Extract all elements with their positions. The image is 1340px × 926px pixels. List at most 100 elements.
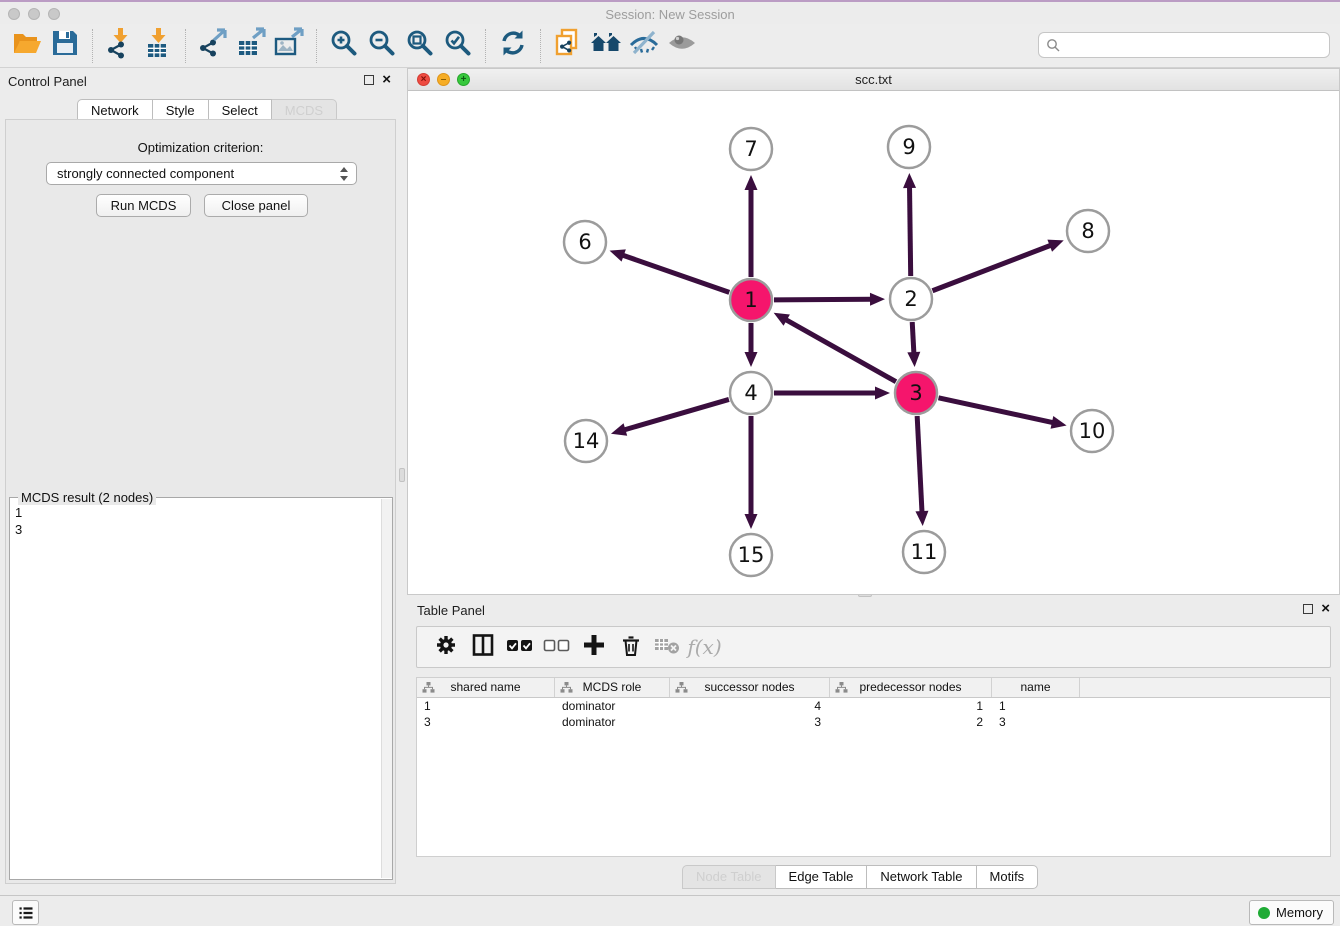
column-header-name[interactable]: name [992, 678, 1080, 697]
refresh-view-icon [497, 27, 529, 64]
close-panel-button[interactable]: Close panel [204, 194, 308, 217]
zoom-selected-button[interactable] [439, 27, 477, 65]
table-row[interactable]: 3dominator323 [417, 714, 1330, 730]
table-cell[interactable]: 3 [417, 714, 555, 730]
column-layout-button[interactable] [464, 629, 501, 665]
network-canvas[interactable]: 7 9 6 8 1 2 4 3 14 10 15 11 [408, 91, 1339, 594]
table-settings-icon [433, 632, 459, 663]
import-table-icon [142, 27, 174, 64]
zoom-out-icon [366, 27, 398, 64]
table-tabs: Node TableEdge TableNetwork TableMotifs [682, 865, 1038, 889]
column-label: name [1020, 680, 1050, 694]
svg-text:11: 11 [911, 540, 938, 564]
hide-visibility-button[interactable] [625, 27, 663, 65]
graph-node-2[interactable]: 2 [890, 278, 932, 320]
column-label: MCDS role [583, 680, 642, 694]
deselect-all-checkboxes-button[interactable] [538, 629, 575, 665]
export-image-button[interactable] [270, 27, 308, 65]
table-cell[interactable]: 2 [830, 714, 992, 730]
tab-node-table[interactable]: Node Table [682, 865, 776, 889]
graph-node-8[interactable]: 8 [1067, 210, 1109, 252]
graph-node-11[interactable]: 11 [903, 531, 945, 573]
save-session-button[interactable] [46, 27, 84, 65]
network-window-titlebar[interactable]: × – + scc.txt [408, 69, 1339, 91]
svg-text:7: 7 [744, 137, 757, 161]
graph-node-1[interactable]: 1 [730, 279, 772, 321]
zoom-out-button[interactable] [363, 27, 401, 65]
select-stepper-icon [339, 166, 350, 182]
tab-motifs[interactable]: Motifs [977, 865, 1039, 889]
zoom-in-button[interactable] [325, 27, 363, 65]
function-builder-button[interactable]: f(x) [686, 629, 723, 665]
memory-status-icon [1258, 907, 1270, 919]
mcds-result-group: MCDS result (2 nodes) 13 [9, 497, 393, 880]
delete-table-button[interactable] [649, 629, 686, 665]
node-table[interactable]: shared name MCDS role successor nodesprede… [416, 677, 1331, 857]
mcds-result-line: 1 [15, 504, 375, 521]
column-header-MCDS-role[interactable]: MCDS role [555, 678, 670, 697]
open-file-button[interactable] [8, 27, 46, 65]
table-cell[interactable]: 3 [992, 714, 1080, 730]
open-file-icon [11, 27, 43, 64]
table-cell[interactable]: dominator [555, 714, 670, 730]
graph-node-3[interactable]: 3 [895, 372, 937, 414]
column-header-shared-name[interactable]: shared name [417, 678, 555, 697]
table-cell[interactable]: dominator [555, 698, 670, 714]
zoom-fit-button[interactable] [401, 27, 439, 65]
tab-network-table[interactable]: Network Table [867, 865, 976, 889]
tab-edge-table[interactable]: Edge Table [776, 865, 868, 889]
import-network-button[interactable] [101, 27, 139, 65]
run-mcds-button[interactable]: Run MCDS [96, 194, 191, 217]
show-visibility-icon [665, 27, 699, 64]
home-view-icon [589, 27, 623, 64]
criterion-select[interactable]: strongly connected component [46, 162, 357, 185]
search-input[interactable] [1038, 32, 1330, 58]
export-table-button[interactable] [232, 27, 270, 65]
refresh-view-button[interactable] [494, 27, 532, 65]
table-cell[interactable]: 1 [417, 698, 555, 714]
duplicate-network-button[interactable] [549, 27, 587, 65]
memory-button[interactable]: Memory [1249, 900, 1334, 925]
delete-column-button[interactable] [612, 629, 649, 665]
memory-label: Memory [1276, 905, 1323, 920]
svg-text:4: 4 [744, 381, 757, 405]
svg-text:14: 14 [573, 429, 600, 453]
export-network-button[interactable] [194, 27, 232, 65]
table-cell[interactable]: 1 [830, 698, 992, 714]
mcds-panel: Optimization criterion: strongly connect… [5, 119, 396, 884]
table-float-panel-icon[interactable] [1303, 604, 1313, 614]
table-close-panel-icon[interactable]: × [1321, 604, 1330, 614]
svg-text:3: 3 [909, 381, 922, 405]
close-panel-icon[interactable]: × [382, 75, 391, 85]
graph-node-10[interactable]: 10 [1071, 410, 1113, 452]
graph-node-4[interactable]: 4 [730, 372, 772, 414]
table-cell[interactable]: 3 [670, 714, 830, 730]
task-history-button[interactable] [12, 900, 39, 925]
panel-splitter-vertical[interactable] [399, 468, 405, 482]
toolbar-separator [185, 29, 186, 63]
duplicate-network-icon [552, 27, 584, 64]
show-visibility-button[interactable] [663, 27, 701, 65]
export-image-icon [273, 27, 305, 64]
column-header-predecessor-nodes[interactable]: predecessor nodes [830, 678, 992, 697]
import-table-button[interactable] [139, 27, 177, 65]
column-header-successor-nodes[interactable]: successor nodes [670, 678, 830, 697]
delete-table-icon [653, 632, 683, 663]
table-row[interactable]: 1dominator411 [417, 698, 1330, 714]
graph-node-9[interactable]: 9 [888, 126, 930, 168]
select-all-checkboxes-button[interactable] [501, 629, 538, 665]
float-panel-icon[interactable] [364, 75, 374, 85]
graph-node-7[interactable]: 7 [730, 128, 772, 170]
toolbar-separator [92, 29, 93, 63]
graph-node-15[interactable]: 15 [730, 534, 772, 576]
result-scrollbar[interactable] [381, 499, 392, 878]
table-settings-button[interactable] [427, 629, 464, 665]
toolbar-separator [316, 29, 317, 63]
table-cell[interactable]: 4 [670, 698, 830, 714]
table-cell[interactable]: 1 [992, 698, 1080, 714]
home-view-button[interactable] [587, 27, 625, 65]
table-panel-title: Table Panel [417, 603, 485, 618]
graph-node-14[interactable]: 14 [565, 420, 607, 462]
graph-node-6[interactable]: 6 [564, 221, 606, 263]
add-column-button[interactable] [575, 629, 612, 665]
